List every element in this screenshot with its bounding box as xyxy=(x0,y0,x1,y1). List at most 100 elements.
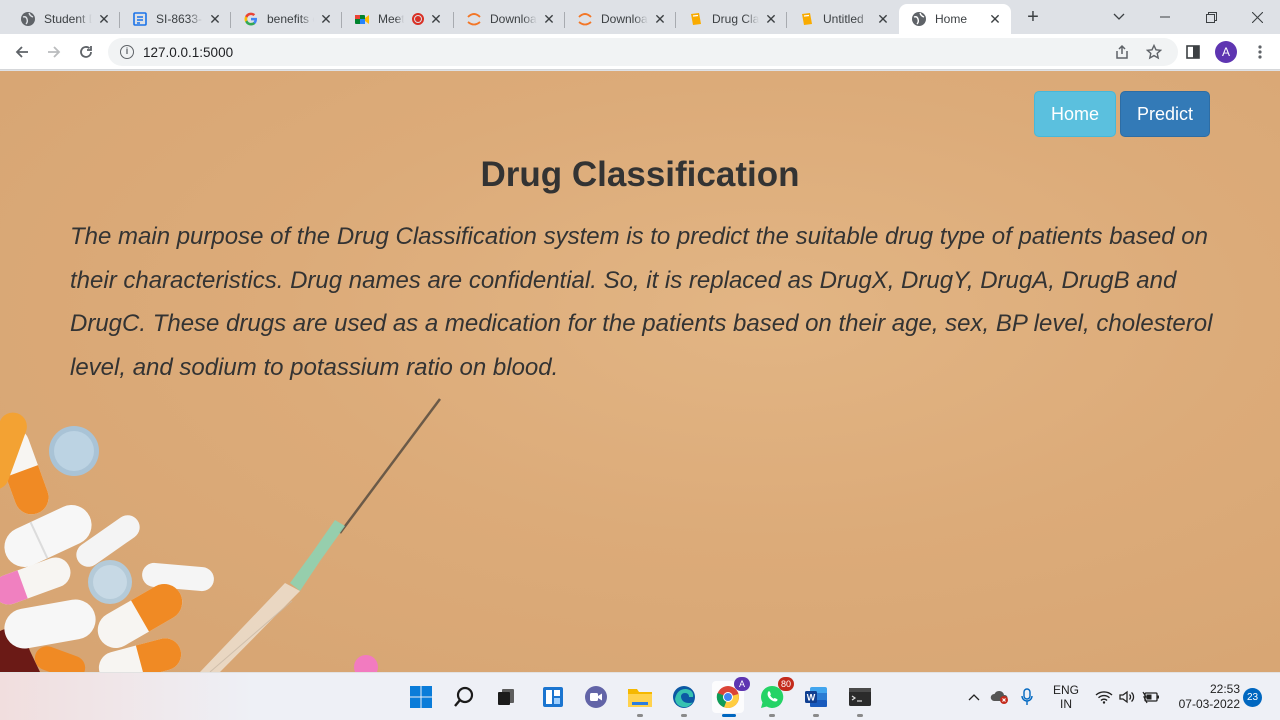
language-code: ENG xyxy=(1052,683,1079,697)
running-indicator xyxy=(722,714,736,717)
close-icon[interactable]: ✕ xyxy=(763,11,779,27)
restore-icon xyxy=(1205,11,1217,23)
microphone-tray-button[interactable] xyxy=(1020,673,1034,720)
show-hidden-icons[interactable] xyxy=(968,673,980,720)
close-icon[interactable]: ✕ xyxy=(207,11,223,27)
globe-icon xyxy=(911,11,927,27)
running-indicator xyxy=(769,714,775,717)
new-tab-button[interactable]: + xyxy=(1021,7,1045,29)
tab-title: Drug Classification xyxy=(712,12,759,26)
notification-badge[interactable]: 23 xyxy=(1243,688,1262,707)
clock[interactable]: 22:53 07-03-2022 xyxy=(1170,682,1240,712)
info-icon[interactable]: i xyxy=(120,45,134,59)
doc-icon xyxy=(132,11,148,27)
predict-button[interactable]: Predict xyxy=(1119,91,1210,137)
word-button[interactable]: W xyxy=(800,681,832,717)
word-icon: W xyxy=(805,687,827,707)
tab-title: Download xyxy=(601,12,648,26)
close-icon[interactable]: ✕ xyxy=(318,11,334,27)
close-icon[interactable]: ✕ xyxy=(541,11,557,27)
battery-tray-button[interactable] xyxy=(1142,673,1160,720)
clock-date: 07-03-2022 xyxy=(1178,697,1240,711)
running-indicator xyxy=(813,714,819,717)
close-icon[interactable]: ✕ xyxy=(987,11,1003,27)
tab-meet[interactable]: Meet ✕ xyxy=(342,4,454,34)
tab-student-details[interactable]: Student Details ✕ xyxy=(8,4,120,34)
share-button[interactable] xyxy=(1110,40,1134,64)
bookmark-button[interactable] xyxy=(1142,40,1166,64)
whatsapp-button[interactable]: 80 xyxy=(756,677,794,717)
tab-title: Meet xyxy=(378,12,404,26)
widgets-button[interactable] xyxy=(537,681,569,713)
widgets-icon xyxy=(543,687,563,707)
back-button[interactable] xyxy=(10,40,34,64)
tab-benefits[interactable]: benefits of drugs ✕ xyxy=(231,4,342,34)
close-icon[interactable]: ✕ xyxy=(652,11,668,27)
onedrive-tray-button[interactable] xyxy=(990,673,1010,720)
top-nav: Home Predict xyxy=(1033,91,1210,137)
task-view-button[interactable] xyxy=(490,681,522,713)
star-icon xyxy=(1146,44,1162,60)
tab-home[interactable]: Home ✕ xyxy=(899,4,1011,34)
wifi-icon xyxy=(1095,691,1113,704)
folder-icon xyxy=(628,689,652,707)
tab-search-button[interactable] xyxy=(1096,0,1142,34)
tab-title: Untitled xyxy=(823,12,864,26)
forward-button[interactable] xyxy=(42,40,66,64)
search-button[interactable] xyxy=(448,681,480,713)
close-icon[interactable]: ✕ xyxy=(96,11,112,27)
close-icon xyxy=(1251,11,1263,23)
share-icon xyxy=(1116,44,1128,59)
page-viewport: Home Predict Drug Classification The mai… xyxy=(0,71,1280,672)
home-button[interactable]: Home xyxy=(1033,91,1116,137)
close-icon[interactable]: ✕ xyxy=(428,11,444,27)
minimize-button[interactable] xyxy=(1142,0,1188,34)
edge-button[interactable] xyxy=(668,681,700,717)
reload-button[interactable] xyxy=(74,40,98,64)
jupyter-icon xyxy=(466,11,482,27)
close-icon[interactable]: ✕ xyxy=(875,11,891,27)
tab-drug-classification[interactable]: Drug Classification ✕ xyxy=(676,4,787,34)
file-explorer-button[interactable] xyxy=(624,681,656,717)
speaker-icon xyxy=(1119,690,1135,704)
profile-badge: A xyxy=(734,677,750,691)
task-view-icon xyxy=(498,689,514,705)
terminal-icon xyxy=(849,688,871,706)
side-panel-button[interactable] xyxy=(1181,40,1205,64)
google-icon xyxy=(243,11,259,27)
terminal-button[interactable] xyxy=(844,681,876,717)
microphone-icon xyxy=(1021,688,1033,705)
menu-button[interactable] xyxy=(1248,40,1272,64)
language-indicator[interactable]: ENG IN xyxy=(1052,683,1080,711)
close-window-button[interactable] xyxy=(1234,0,1280,34)
browser-toolbar: i 127.0.0.1:5000 A xyxy=(0,34,1280,70)
profile-avatar[interactable]: A xyxy=(1215,41,1237,63)
kebab-menu-icon xyxy=(1258,45,1262,59)
reload-icon xyxy=(80,46,92,58)
page-title: Drug Classification xyxy=(480,155,800,194)
edge-icon xyxy=(673,686,695,708)
tab-title: Download xyxy=(490,12,537,26)
page-description: The main purpose of the Drug Classificat… xyxy=(70,223,1213,381)
meet-icon xyxy=(354,11,370,27)
start-button[interactable] xyxy=(405,681,437,713)
tab-strip: Student Details ✕ SI-8633-1646 ✕ benefit… xyxy=(0,0,1280,34)
running-indicator xyxy=(857,714,863,717)
globe-icon xyxy=(20,11,36,27)
tab-download-1[interactable]: Download ✕ xyxy=(454,4,565,34)
minimize-icon xyxy=(1160,16,1170,18)
tab-untitled[interactable]: Untitled ✕ xyxy=(787,4,899,34)
running-indicator xyxy=(681,714,687,717)
volume-tray-button[interactable] xyxy=(1118,673,1136,720)
tab-download-2[interactable]: Download ✕ xyxy=(565,4,676,34)
battery-charging-icon xyxy=(1142,691,1159,704)
address-bar[interactable]: i 127.0.0.1:5000 xyxy=(108,38,1178,66)
teams-chat-button[interactable] xyxy=(580,681,612,713)
running-indicator xyxy=(637,714,643,717)
url-text[interactable]: 127.0.0.1:5000 xyxy=(143,45,233,60)
tab-si-8633[interactable]: SI-8633-1646 ✕ xyxy=(120,4,231,34)
arrow-left-icon xyxy=(15,46,28,58)
wifi-tray-button[interactable] xyxy=(1095,673,1113,720)
chrome-button[interactable]: A xyxy=(712,677,750,717)
restore-button[interactable] xyxy=(1188,0,1234,34)
